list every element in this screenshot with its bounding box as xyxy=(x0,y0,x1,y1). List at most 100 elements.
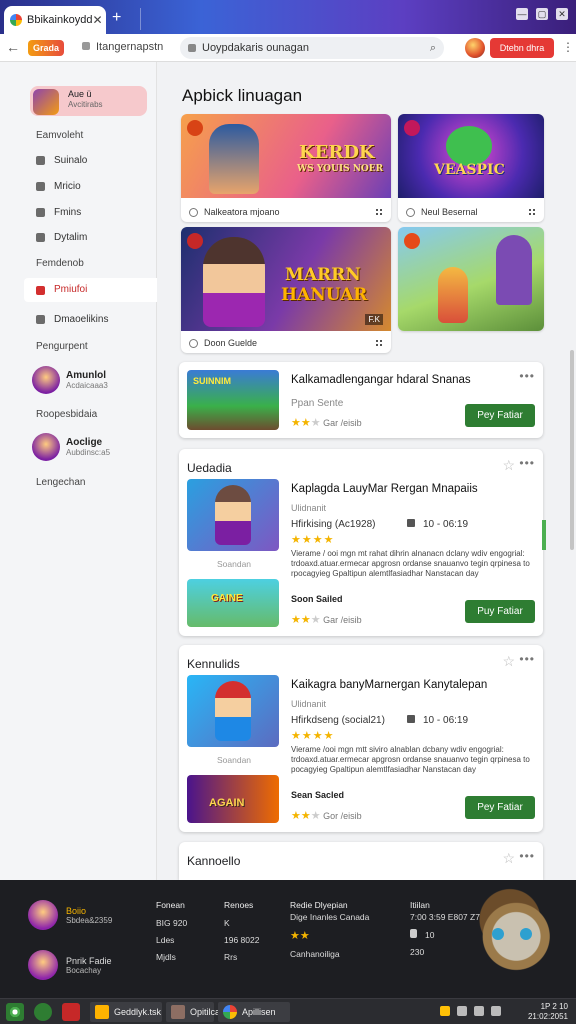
start-menu-icon[interactable] xyxy=(6,1003,24,1021)
radio-icon xyxy=(189,207,198,217)
game-sub: Ulidnanit xyxy=(291,503,327,513)
tab-title: Bbikainkoydd xyxy=(27,14,93,26)
sidebar-item-active[interactable]: Pmiufoi xyxy=(24,278,157,302)
sidebar-item-4[interactable]: Dytalim xyxy=(36,232,87,243)
play-button[interactable]: Puy Fatiar xyxy=(465,600,535,623)
taskbar-item[interactable]: Apillisen xyxy=(218,1002,290,1022)
game-meta: Hfirkising (Ac1928) xyxy=(291,519,376,530)
sidebar-item-3[interactable]: Fmins xyxy=(36,207,81,218)
search-icon[interactable]: ⌕ xyxy=(430,37,436,59)
game-tile[interactable]: MARRN HANUAR F.K Doon Guelde xyxy=(181,227,391,353)
tile-art-title: VEASPIC xyxy=(434,162,505,178)
taskbar-item-label: Opitilca xyxy=(190,1007,221,1017)
grid-icon[interactable] xyxy=(528,208,536,216)
tab-close-icon[interactable]: ✕ xyxy=(92,13,102,27)
system-clock[interactable]: 1P 2 10 21:02:2051 xyxy=(528,1002,568,1022)
profile-sub: Bocachay xyxy=(66,965,102,975)
friend-status: Aubdinsc:a5 xyxy=(66,448,111,457)
more-options-icon[interactable]: ••• xyxy=(519,849,535,863)
game-tile[interactable]: VEASPIC Neul Besernal xyxy=(398,114,544,222)
character-figure xyxy=(203,237,265,327)
game-label: Soon Sailed xyxy=(291,594,343,604)
game-tile[interactable]: KERDK WS YOUIS NOER Nalkeatora mjoano xyxy=(181,114,391,222)
game-thumbnail-secondary[interactable]: GAINE xyxy=(187,579,279,627)
address-bar-row: ← Grada Itangernapstn Uoypdakaris ounaga… xyxy=(0,34,576,62)
game-name[interactable]: Kalkamadlengangar hdaral Snanas xyxy=(291,374,471,386)
game-thumbnail-secondary[interactable]: AGAIN xyxy=(187,775,279,823)
tile-art-title: KERDK xyxy=(299,142,375,163)
account-card[interactable]: Aue ü Avcitirabs xyxy=(30,86,147,116)
minimize-button[interactable]: — xyxy=(516,8,528,20)
close-window-button[interactable]: ✕ xyxy=(556,8,568,20)
play-button[interactable]: Pey Fatiar xyxy=(465,404,535,427)
grid-icon[interactable] xyxy=(375,208,383,216)
character-figure xyxy=(438,267,468,323)
new-tab-button[interactable]: + xyxy=(112,9,121,27)
favorite-star-icon[interactable]: ☆ xyxy=(502,850,515,867)
more-options-icon[interactable]: ••• xyxy=(519,456,535,470)
game-thumbnail[interactable] xyxy=(187,479,279,551)
site-logo[interactable]: Grada xyxy=(28,40,64,56)
star-icon: ★★ xyxy=(291,417,311,429)
volume-icon[interactable] xyxy=(474,1006,484,1016)
sidebar-item-downloads[interactable]: Dmaoelikins xyxy=(36,314,108,325)
friend-item[interactable]: Amunlol Acdaicaaa3 xyxy=(32,366,108,394)
footer-profile[interactable]: Pnrik Fadie Bocachay xyxy=(28,950,112,980)
taskbar-item[interactable]: Opitilca xyxy=(166,1002,220,1022)
star-rating-icon: ★★★★ xyxy=(291,730,335,742)
os-taskbar: Geddlyk.tsk Opitilca Apillisen 1P 2 10 2… xyxy=(0,998,576,1024)
thumb-title: GAINE xyxy=(211,593,243,604)
warning-icon[interactable] xyxy=(440,1006,450,1016)
favorite-star-icon[interactable]: ☆ xyxy=(502,653,515,670)
game-section-card: Kannoello ☆ ••• xyxy=(179,842,543,880)
scrollbar[interactable] xyxy=(570,350,574,550)
maximize-button[interactable]: ▢ xyxy=(536,8,548,20)
app-icon xyxy=(171,1005,185,1019)
menu-kebab-icon[interactable]: ⋮ xyxy=(562,40,574,54)
friend-avatar xyxy=(32,366,60,394)
address-input[interactable]: Uoypdakaris ounagan ⌕ xyxy=(180,37,444,59)
main-content: Apbick linuagan KERDK WS YOUIS NOER Nalk… xyxy=(157,62,576,880)
battery-icon xyxy=(410,929,417,938)
app-red-icon[interactable] xyxy=(62,1003,80,1021)
taskbar-item-label: Geddlyk.tsk xyxy=(114,1007,162,1017)
favorite-star-icon[interactable]: ☆ xyxy=(502,457,515,474)
taskbar-item[interactable]: Geddlyk.tsk xyxy=(90,1002,162,1022)
sign-in-button[interactable]: Dtebn dhra xyxy=(490,38,554,58)
footer-profile[interactable]: Boiio Sbdea&2359 xyxy=(28,900,112,930)
profile-avatar-icon[interactable] xyxy=(465,38,485,58)
more-options-icon[interactable]: ••• xyxy=(519,369,535,383)
footer-col-value: 10 xyxy=(425,930,435,940)
accent-edge xyxy=(542,520,546,550)
browser-tab[interactable]: Bbikainkoydd ✕ xyxy=(4,6,106,34)
system-tray xyxy=(440,1006,501,1016)
rating-row: ★★★ Gar /eisib xyxy=(291,613,362,626)
more-options-icon[interactable]: ••• xyxy=(519,652,535,666)
owl-mascot-illustration xyxy=(448,886,572,998)
sidebar-item-2[interactable]: Mricio xyxy=(36,181,81,192)
game-name[interactable]: Kaplagda LauyMar Rergan Mnapaiis xyxy=(291,483,478,495)
play-button[interactable]: Pey Fatiar xyxy=(465,796,535,819)
download-icon xyxy=(36,315,45,324)
battery-icon[interactable] xyxy=(491,1006,501,1016)
footer-stars-icon: ★★ xyxy=(290,930,310,942)
grid-icon[interactable] xyxy=(375,339,383,347)
game-thumbnail[interactable] xyxy=(187,675,279,747)
game-tile[interactable] xyxy=(398,227,544,331)
network-icon[interactable] xyxy=(457,1006,467,1016)
game-date: 10 - 06:19 xyxy=(407,519,468,530)
mascot-eye xyxy=(520,928,532,940)
rating-row: ★★★ Gar /eisib xyxy=(291,416,362,429)
star-rating-icon: ★★★★ xyxy=(291,534,335,546)
featured-game-card[interactable]: SUINNIM Kalkamadlengangar hdaral Snanas … xyxy=(179,362,543,438)
app-green-icon[interactable] xyxy=(34,1003,52,1021)
game-name[interactable]: Kaikagra banyMarnergan Kanytalepan xyxy=(291,679,487,691)
sidebar-item-1[interactable]: Suinalo xyxy=(36,155,87,166)
tower-illustration xyxy=(496,235,532,305)
page-label: Itangernapstn xyxy=(82,41,163,53)
back-arrow-icon[interactable]: ← xyxy=(6,39,20,55)
tile-caption: Doon Guelde xyxy=(189,338,257,348)
character-figure xyxy=(215,681,251,741)
star-empty-icon: ★ xyxy=(310,417,321,429)
friend-item[interactable]: Aoclige Aubdinsc:a5 xyxy=(32,433,110,461)
